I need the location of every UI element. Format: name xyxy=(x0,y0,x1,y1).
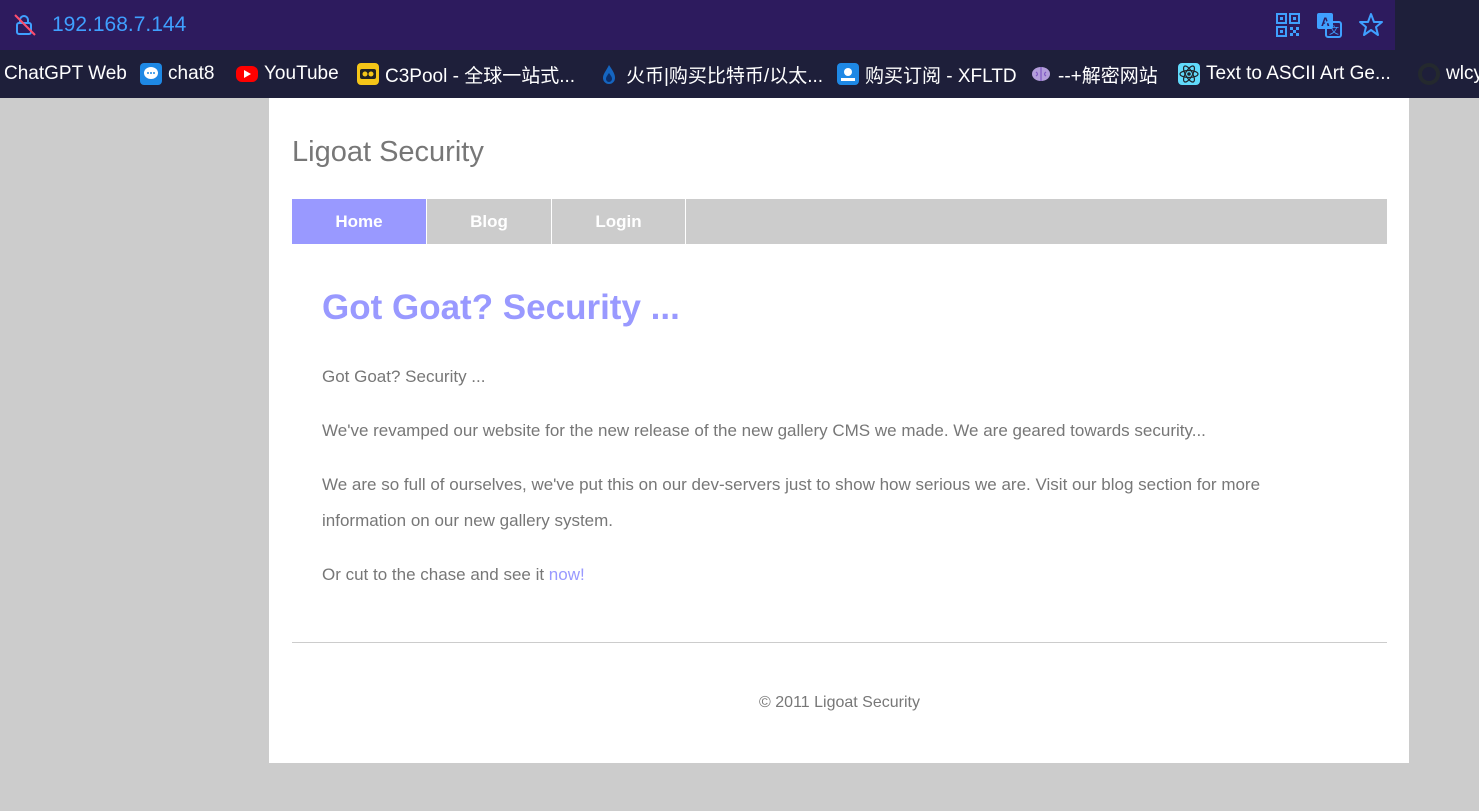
bookmark-youtube[interactable]: YouTube xyxy=(236,50,339,98)
bookmark-label: 购买订阅 - XFLTD xyxy=(865,65,1017,87)
bookmarks-bar: ChatGPT Web chat8 YouTube C3Pool - 全球一站式… xyxy=(0,50,1479,98)
address-bar: 192.168.7.144 A 文 xyxy=(0,0,1395,50)
github-icon xyxy=(1418,63,1440,85)
bookmark-chatgpt-web[interactable]: ChatGPT Web xyxy=(4,50,127,98)
not-secure-lock-icon[interactable] xyxy=(12,12,38,38)
dev-server-paragraph: We are so full of ourselves, we've put t… xyxy=(322,475,1261,530)
translate-icon[interactable]: A 文 xyxy=(1316,12,1342,38)
toolbar-extension-area xyxy=(1395,0,1479,50)
page-headline: Got Goat? Security ... xyxy=(322,288,680,327)
bookmark-label: chat8 xyxy=(168,63,215,84)
bookmark-label: 火币|购买比特币/以太... xyxy=(626,65,824,87)
svg-text:文: 文 xyxy=(1329,24,1339,37)
page-container: Ligoat Security Home Blog Login Got Goat… xyxy=(269,98,1409,763)
bookmark-xfltd[interactable]: 购买订阅 - XFLTD xyxy=(837,50,1017,98)
now-link[interactable]: now! xyxy=(549,565,585,584)
chase-paragraph: Or cut to the chase and see it now! xyxy=(322,557,1332,593)
bookmark-label: ChatGPT Web xyxy=(4,63,127,84)
bookmark-wlcy[interactable]: wlcy xyxy=(1418,50,1479,98)
brain-icon xyxy=(1030,63,1052,85)
bookmark-ascii-art[interactable]: Text to ASCII Art Ge... xyxy=(1178,50,1391,98)
xfltd-icon xyxy=(837,63,859,85)
chase-text: Or cut to the chase and see it xyxy=(322,565,549,584)
bookmark-huobi[interactable]: 火币|购买比特币/以太... xyxy=(598,50,823,98)
c3pool-icon xyxy=(357,63,379,85)
bookmark-label: Text to ASCII Art Ge... xyxy=(1206,63,1391,84)
bookmark-label: wlcy xyxy=(1446,63,1479,84)
site-title: Ligoat Security xyxy=(292,136,484,168)
footer-divider xyxy=(292,642,1387,643)
huobi-flame-icon xyxy=(598,63,620,85)
bookmark-decrypt-site[interactable]: --+解密网站 xyxy=(1030,50,1158,98)
intro-paragraph: Got Goat? Security ... xyxy=(322,367,486,386)
nav-login[interactable]: Login xyxy=(552,199,686,244)
chat-bubble-icon xyxy=(140,63,162,85)
nav-blog[interactable]: Blog xyxy=(427,199,552,244)
revamp-paragraph: We've revamped our website for the new r… xyxy=(322,421,1206,440)
main-nav: Home Blog Login xyxy=(292,199,1387,244)
react-icon xyxy=(1178,63,1200,85)
qr-code-icon[interactable] xyxy=(1275,12,1301,38)
bookmark-chat8[interactable]: chat8 xyxy=(140,50,214,98)
main-content: Got Goat? Security ... Got Goat? Securit… xyxy=(322,288,1362,584)
youtube-icon xyxy=(236,66,258,82)
nav-home[interactable]: Home xyxy=(292,199,427,244)
bookmark-star-icon[interactable] xyxy=(1358,12,1384,38)
bookmark-label: YouTube xyxy=(264,63,339,84)
footer-copyright: © 2011 Ligoat Security xyxy=(759,694,920,711)
bookmark-label: C3Pool - 全球一站式... xyxy=(385,65,576,87)
bookmark-c3pool[interactable]: C3Pool - 全球一站式... xyxy=(357,50,575,98)
url-field[interactable]: 192.168.7.144 xyxy=(52,12,186,38)
bookmark-label: --+解密网站 xyxy=(1058,65,1158,87)
